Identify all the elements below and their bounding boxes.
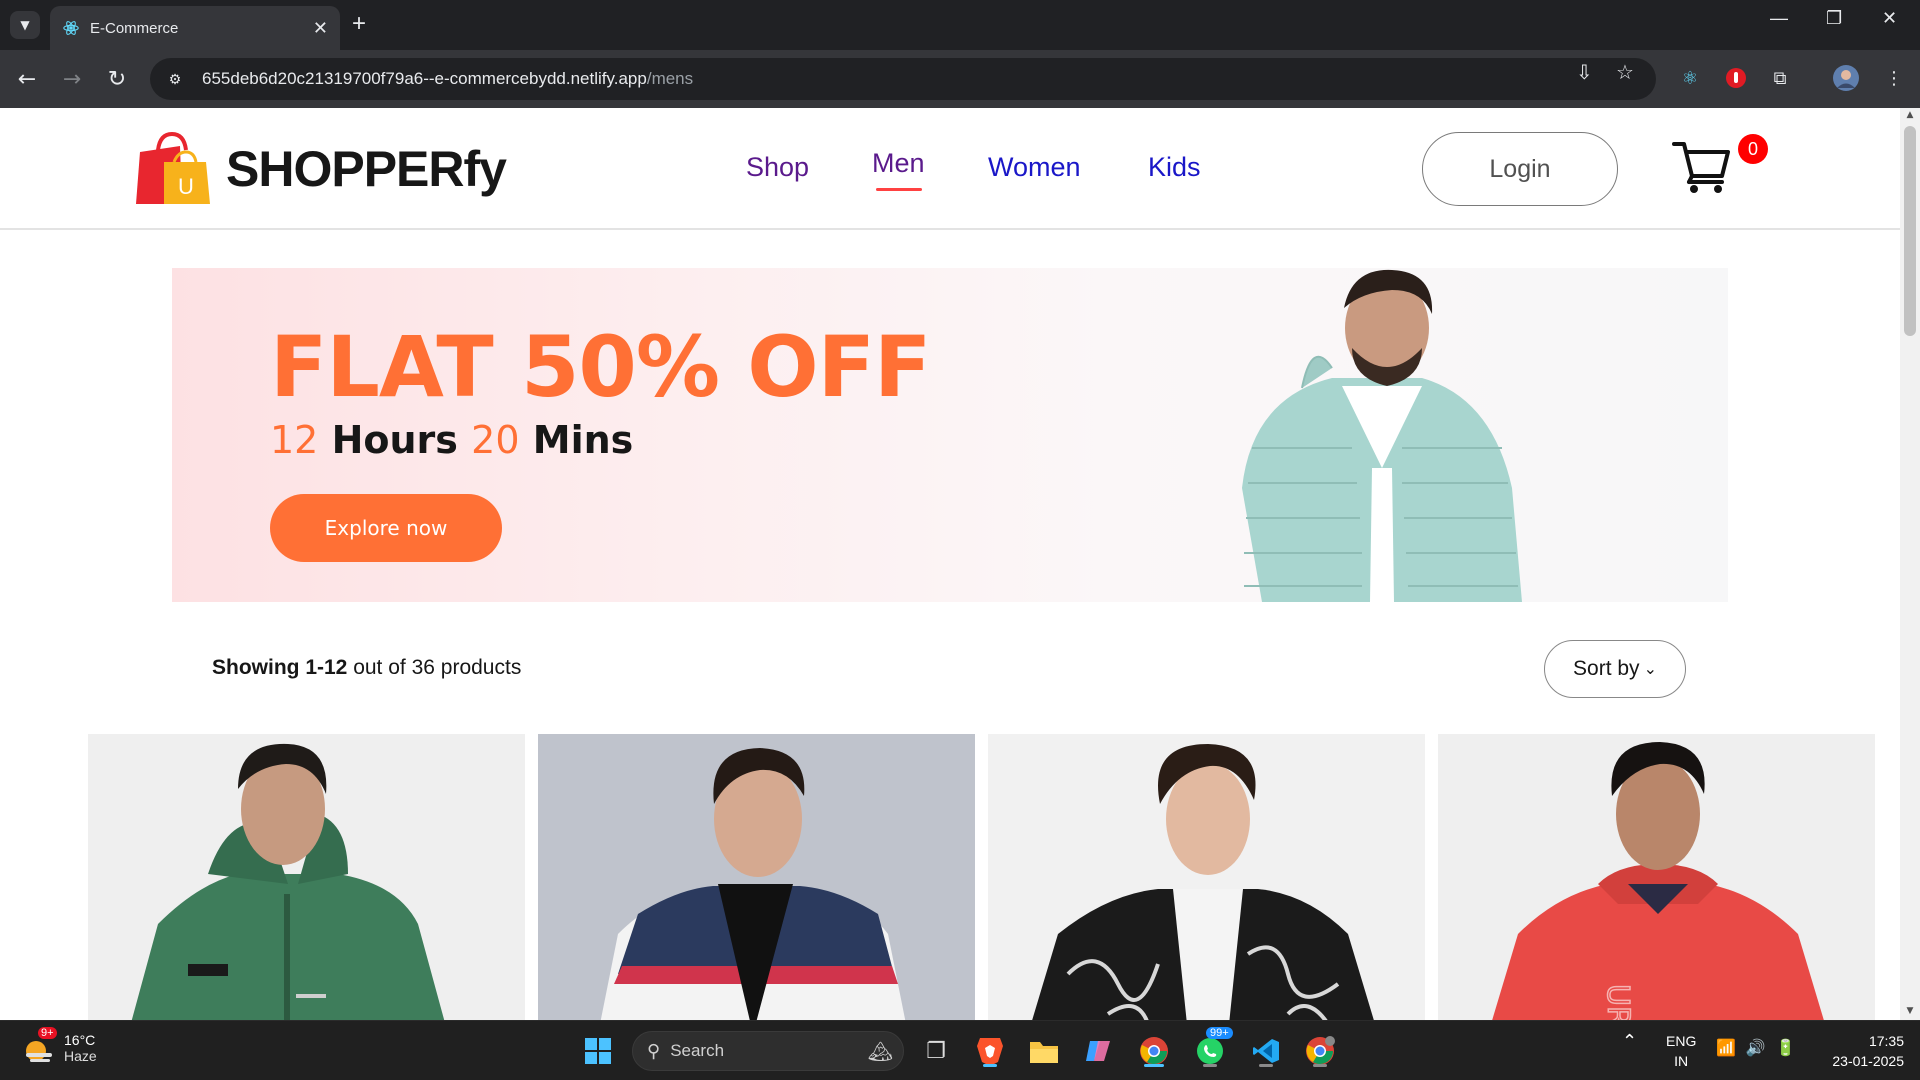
sort-by-dropdown[interactable]: Sort by ⌄ <box>1544 640 1686 698</box>
clock-time: 17:35 <box>1868 1033 1904 1049</box>
brave-browser-icon[interactable] <box>972 1033 1008 1069</box>
minimize-icon[interactable]: — <box>1770 8 1788 29</box>
browser-tab-bar: ▼ E-Commerce ✕ + — ❐ ✕ <box>0 0 1920 50</box>
url-host: 655deb6d20c21319700f79a6--e-commercebydd… <box>202 69 647 88</box>
nav-men[interactable]: Men <box>872 148 925 179</box>
results-total: out of 36 products <box>353 656 522 679</box>
cart-count-badge: 0 <box>1738 134 1768 164</box>
scroll-down-icon[interactable]: ▼ <box>1904 1006 1916 1016</box>
bookmark-star-icon[interactable]: ☆ <box>1616 60 1634 84</box>
search-highlight-icon: 🏔 <box>867 1040 893 1063</box>
product-grid: URB <box>88 734 1876 1020</box>
system-tray-icons[interactable]: 📶 🔊 🔋 <box>1716 1039 1796 1059</box>
weather-sun-icon: 9+ <box>22 1027 57 1065</box>
chevron-down-icon: ⌄ <box>1643 661 1657 678</box>
task-view-icon[interactable]: ❐ <box>918 1033 954 1069</box>
site-info-icon[interactable]: ⚙ <box>164 68 186 90</box>
weather-desc: Haze <box>64 1048 97 1064</box>
search-icon: ⚲ <box>647 1040 661 1061</box>
wifi-icon: 📶 <box>1716 1040 1736 1057</box>
sort-label: Sort by <box>1573 657 1640 680</box>
file-explorer-icon[interactable] <box>1026 1033 1062 1069</box>
chrome-profile-icon[interactable] <box>1302 1033 1338 1069</box>
address-bar[interactable]: ⚙ 655deb6d20c21319700f79a6--e-commerceby… <box>150 58 1656 100</box>
hero-banner: FLAT 50% OFF 12 Hours 20 Mins Explore no… <box>172 268 1728 602</box>
product-image-green-hoodie <box>131 743 445 1020</box>
hours-label: Hours <box>331 418 458 462</box>
clock[interactable]: 17:35 23-01-2025 <box>1814 1031 1904 1071</box>
product-card[interactable]: URB <box>1438 734 1875 1020</box>
browser-toolbar: ← → ↻ ⚙ 655deb6d20c21319700f79a6--e-comm… <box>0 50 1920 108</box>
react-devtools-extension-icon[interactable]: ⚛ <box>1676 64 1704 92</box>
weather-badge: 9+ <box>38 1027 57 1039</box>
scroll-up-icon[interactable]: ▲ <box>1904 110 1916 120</box>
taskbar-search[interactable]: ⚲ Search 🏔 <box>632 1031 904 1071</box>
react-favicon-icon <box>63 21 79 35</box>
nav-active-underline <box>876 188 922 191</box>
clock-date: 23-01-2025 <box>1832 1053 1904 1069</box>
browser-tab[interactable]: E-Commerce ✕ <box>50 6 340 50</box>
nav-women[interactable]: Women <box>988 152 1081 183</box>
page-scrollbar[interactable]: ▲ ▼ <box>1900 108 1920 1020</box>
site-header: U SHOPPERfy Shop Men Women Kids Login 0 <box>0 108 1900 230</box>
banner-title: FLAT 50% OFF <box>270 318 931 416</box>
mins-label: Mins <box>532 418 634 462</box>
vscode-icon[interactable] <box>1248 1033 1284 1069</box>
tab-search-button[interactable]: ▼ <box>10 11 40 39</box>
copilot-icon[interactable] <box>1080 1033 1116 1069</box>
product-image-printed-bomber <box>1032 744 1374 1020</box>
language-indicator[interactable]: ENG IN <box>1666 1031 1696 1071</box>
taskbar-search-label: Search <box>670 1041 725 1060</box>
forward-icon[interactable]: → <box>57 64 87 94</box>
show-hidden-icons-chevron-icon[interactable]: ⌃ <box>1622 1031 1637 1051</box>
web-page: U SHOPPERfy Shop Men Women Kids Login 0 … <box>0 108 1900 1020</box>
product-card[interactable] <box>88 734 525 1020</box>
product-image-red-windcheater: URB <box>1492 742 1824 1020</box>
new-tab-button[interactable]: + <box>352 10 366 38</box>
whatsapp-icon[interactable]: 99+ <box>1192 1027 1233 1069</box>
weather-temp: 16°C <box>64 1032 96 1048</box>
product-card[interactable] <box>538 734 975 1020</box>
product-image-colorblock-jacket <box>600 748 906 1020</box>
windows-taskbar: 9+ 16°C Haze ⚲ Search 🏔 ❐ 99+ ⌃ ENG IN 📶… <box>0 1020 1920 1080</box>
restore-icon[interactable]: ❐ <box>1826 8 1842 29</box>
site-logo[interactable]: U SHOPPERfy <box>134 132 507 206</box>
profile-avatar[interactable] <box>1832 64 1860 92</box>
extensions-puzzle-icon[interactable]: ⧉ <box>1766 64 1794 92</box>
whatsapp-badge: 99+ <box>1206 1027 1233 1039</box>
login-button[interactable]: Login <box>1422 132 1618 206</box>
svg-text:URB: URB <box>1600 984 1635 1020</box>
logo-bag-letter: U <box>178 174 194 199</box>
product-card[interactable] <box>988 734 1425 1020</box>
language-code: ENG <box>1666 1033 1697 1049</box>
weather-widget[interactable]: 9+ 16°C Haze <box>22 1027 97 1065</box>
chrome-icon[interactable] <box>1136 1033 1172 1069</box>
block-extension-icon[interactable] <box>1722 64 1750 92</box>
tab-close-icon[interactable]: ✕ <box>313 18 328 39</box>
site-logo-text: SHOPPERfy <box>226 141 507 197</box>
scrollbar-thumb[interactable] <box>1904 126 1916 336</box>
shopping-bag-logo-icon: U <box>136 132 210 204</box>
browser-menu-icon[interactable]: ⋮ <box>1880 64 1908 92</box>
results-count: Showing 1-12 out of 36 products <box>212 656 521 680</box>
banner-model-image <box>1242 269 1522 602</box>
install-app-icon[interactable]: ⇩ <box>1576 60 1593 84</box>
region-code: IN <box>1674 1053 1689 1069</box>
volume-icon: 🔊 <box>1745 1040 1766 1057</box>
banner-countdown: 12 Hours 20 Mins <box>270 418 633 462</box>
battery-icon: 🔋 <box>1775 1040 1796 1057</box>
hours-number: 12 <box>270 418 319 462</box>
start-windows-icon[interactable] <box>580 1033 616 1069</box>
explore-now-button[interactable]: Explore now <box>270 494 502 562</box>
tab-title: E-Commerce <box>90 19 179 37</box>
mins-number: 20 <box>471 418 520 462</box>
nav-kids[interactable]: Kids <box>1148 152 1201 183</box>
cart-icon[interactable] <box>1672 138 1732 194</box>
results-range: Showing 1-12 <box>212 656 348 679</box>
nav-shop[interactable]: Shop <box>746 152 809 183</box>
url-path: /mens <box>646 69 694 88</box>
reload-icon[interactable]: ↻ <box>102 64 132 94</box>
back-icon[interactable]: ← <box>12 64 42 94</box>
close-window-icon[interactable]: ✕ <box>1882 8 1897 29</box>
